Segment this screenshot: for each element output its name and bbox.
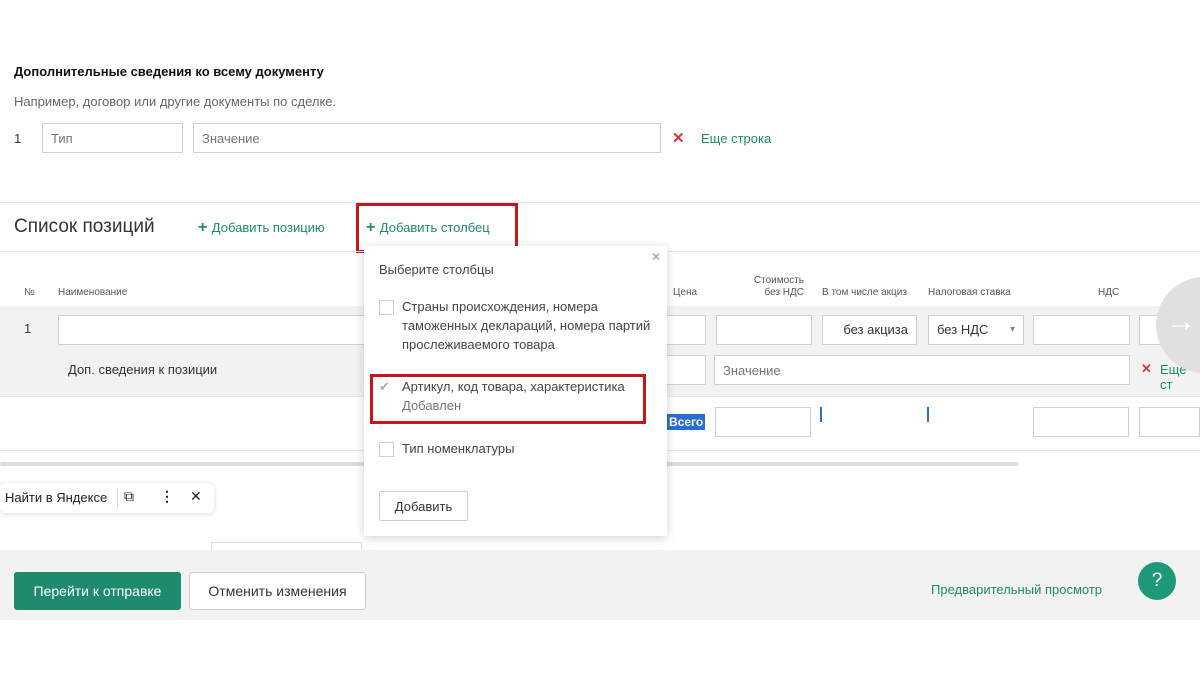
header-cost-line1: Стоимость	[753, 275, 804, 286]
plus-icon: +	[198, 219, 208, 236]
help-button[interactable]: ?	[1138, 562, 1176, 600]
option-line: Тип номенклатуры	[402, 441, 515, 456]
row-price-input[interactable]	[665, 315, 706, 345]
add-position-link[interactable]: + Добавить позицию	[198, 219, 325, 237]
article-option-highlight-frame	[370, 374, 646, 424]
close-icon[interactable]: ✕	[651, 250, 661, 264]
row-name-input[interactable]	[58, 315, 368, 345]
option-countries[interactable]: Страны происхождения, номера таможенных …	[402, 297, 650, 354]
option-line: таможенных деклараций, номера партий	[402, 318, 651, 333]
total-extra-field	[1139, 407, 1200, 437]
close-icon[interactable]: ✕	[190, 488, 202, 505]
arrow-right-icon: →	[1166, 305, 1196, 338]
total-cost-field	[715, 407, 811, 437]
question-icon: ?	[1151, 570, 1163, 591]
header-name: Наименование	[58, 287, 128, 298]
header-vat: НДС	[1098, 287, 1120, 298]
option-line: прослеживаемого товара	[402, 337, 555, 352]
positions-title: Список позиций	[14, 216, 155, 237]
header-tax-rate: Налоговая ставка	[928, 287, 1011, 298]
row-cost-input[interactable]	[716, 315, 812, 345]
header-num: №	[24, 287, 35, 298]
additional-row-number: 1	[14, 131, 22, 146]
additional-info-title: Дополнительные сведения ко всему докумен…	[14, 64, 324, 79]
header-cost-line2: без НДС	[764, 287, 804, 298]
yandex-search-popup: Найти в Яндексе ⧉ ⋮ ✕	[0, 483, 214, 513]
add-position-label: Добавить позицию	[211, 220, 325, 235]
header-price: Цена	[673, 287, 698, 298]
header-excise: В том числе акциз	[822, 287, 907, 298]
option-nomenclature[interactable]: Тип номенклатуры	[402, 439, 514, 458]
option-line: Страны происхождения, номера	[402, 299, 598, 314]
yandex-search-link[interactable]: Найти в Яндексе	[5, 490, 107, 505]
divider	[117, 488, 118, 508]
section-divider	[0, 202, 1200, 203]
cancel-changes-button[interactable]: Отменить изменения	[189, 572, 366, 610]
text-cursor-mark	[927, 407, 929, 422]
text-cursor-mark	[820, 407, 822, 422]
row-tax-rate-select[interactable]: без НДС ▾	[928, 315, 1024, 345]
tax-rate-value: без НДС	[937, 322, 989, 337]
more-vertical-icon[interactable]: ⋮	[160, 488, 174, 505]
row-number: 1	[24, 321, 32, 336]
add-columns-button[interactable]: Добавить	[379, 491, 468, 521]
checkbox-nomenclature[interactable]	[379, 442, 394, 457]
total-label: Всего	[667, 414, 706, 430]
copy-icon[interactable]: ⧉	[124, 488, 134, 505]
submit-button[interactable]: Перейти к отправке	[14, 572, 181, 610]
chevron-down-icon: ▾	[1009, 324, 1015, 335]
additional-value-input[interactable]	[193, 123, 661, 153]
total-vat-field	[1033, 407, 1129, 437]
delete-extra-icon[interactable]: ✕	[1141, 361, 1152, 377]
add-more-row-link[interactable]: Еще строка	[701, 131, 771, 146]
row-vat-input[interactable]	[1033, 315, 1130, 345]
extra-info-type-input[interactable]	[665, 355, 706, 385]
checkbox-countries[interactable]	[379, 300, 394, 315]
row-excise-field[interactable]: без акциза	[822, 315, 917, 345]
extra-info-label: Доп. сведения к позиции	[68, 362, 218, 377]
extra-info-value-input[interactable]	[714, 355, 1130, 385]
delete-row-icon[interactable]: ✕	[672, 129, 685, 147]
page: Дополнительные сведения ко всему докумен…	[0, 0, 1200, 675]
additional-type-input[interactable]	[42, 123, 183, 153]
panel-title: Выберите столбцы	[379, 262, 494, 277]
preview-link[interactable]: Предварительный просмотр	[931, 582, 1102, 597]
additional-info-hint: Например, договор или другие документы п…	[14, 94, 337, 109]
